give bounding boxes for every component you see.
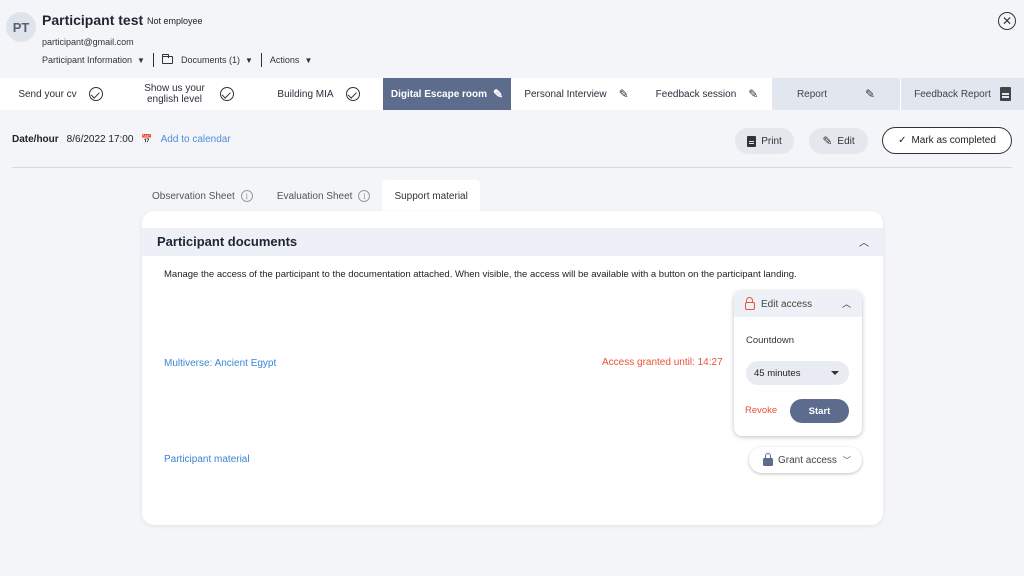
close-icon[interactable]: ✕	[998, 12, 1016, 30]
step-label: Feedback Report	[914, 88, 991, 100]
session-date: Date/hour 8/6/2022 17:00 📅 Add to calend…	[12, 134, 231, 145]
chevron-down-icon: ▼	[245, 55, 253, 65]
edit-button[interactable]: ✎ Edit	[809, 128, 868, 154]
actions-label: Actions	[269, 55, 300, 65]
date-value: 8/6/2022 17:00	[66, 134, 134, 145]
pencil-icon: ✎	[618, 87, 629, 101]
process-steps: Send your cv Show us your english level …	[0, 78, 1024, 110]
tab-evaluation-sheet[interactable]: Evaluation Sheet i	[265, 180, 383, 212]
documents-menu[interactable]: Documents (1) ▼	[161, 54, 253, 65]
check-circle-icon	[345, 87, 360, 101]
step-label: Send your cv	[18, 88, 77, 100]
document-icon	[747, 135, 757, 147]
step-english-level[interactable]: Show us your english level	[121, 78, 254, 110]
participant-info-menu[interactable]: Participant Information ▼	[42, 55, 145, 65]
step-feedback-report[interactable]: Feedback Report	[900, 78, 1024, 110]
pencil-icon: ✎	[493, 87, 504, 101]
lock-icon	[763, 453, 773, 466]
caret-down-icon	[831, 371, 839, 375]
menu-divider	[152, 53, 154, 67]
participant-email: participant@gmail.com	[42, 37, 134, 47]
calendar-icon[interactable]: 📅	[141, 134, 152, 145]
step-send-cv[interactable]: Send your cv	[0, 78, 121, 110]
avatar: PT	[6, 12, 36, 42]
chevron-up-icon[interactable]: ︿	[842, 297, 851, 310]
documents-label: Documents (1)	[180, 55, 240, 65]
tab-support-material[interactable]: Support material	[382, 180, 480, 212]
menu-divider	[260, 53, 262, 67]
participant-documents-card: Participant documents ︿ Manage the acces…	[142, 211, 883, 525]
info-icon[interactable]: i	[358, 190, 371, 202]
step-building-mia[interactable]: Building MIA	[254, 78, 383, 110]
lock-open-icon	[745, 297, 755, 310]
step-personal-interview[interactable]: Personal Interview ✎	[511, 78, 642, 110]
access-status: Access granted until: 14:27	[602, 357, 723, 368]
document-icon	[999, 87, 1011, 101]
tab-label: Support material	[394, 190, 468, 202]
date-label: Date/hour	[12, 134, 59, 145]
participant-info-label: Participant Information	[42, 55, 133, 65]
divider	[12, 167, 1012, 168]
edit-access-header[interactable]: Edit access ︿	[734, 291, 862, 317]
mark-completed-button[interactable]: ✓ Mark as completed	[882, 127, 1012, 154]
chevron-up-icon[interactable]: ︿	[859, 234, 869, 249]
document-link[interactable]: Participant material	[164, 454, 250, 465]
countdown-label: Countdown	[746, 335, 795, 346]
step-label: Digital Escape room	[390, 88, 488, 100]
header-menus: Participant Information ▼ Documents (1) …	[42, 53, 312, 67]
step-label: Show us your english level	[144, 83, 205, 105]
step-report[interactable]: Report ✎	[772, 78, 900, 110]
folder-icon	[161, 54, 173, 64]
step-digital-escape-room[interactable]: Digital Escape room ✎	[383, 78, 511, 110]
mark-completed-label: Mark as completed	[911, 135, 996, 146]
document-link[interactable]: Multiverse: Ancient Egypt	[164, 358, 276, 369]
add-to-calendar-link[interactable]: Add to calendar	[161, 134, 231, 145]
edit-access-label: Edit access	[761, 298, 813, 310]
check-icon: ✓	[898, 135, 907, 146]
edit-label: Edit	[837, 135, 855, 147]
revoke-button[interactable]: Revoke	[745, 405, 777, 416]
start-button[interactable]: Start	[790, 399, 849, 423]
countdown-select[interactable]: 45 minutes	[746, 361, 849, 385]
chevron-down-icon: ▼	[137, 55, 145, 65]
chevron-down-icon: ▼	[304, 55, 313, 65]
print-button[interactable]: Print	[735, 128, 794, 154]
pencil-icon: ✎	[822, 134, 833, 148]
content-tabs: Observation Sheet i Evaluation Sheet i S…	[140, 180, 480, 212]
grant-access-button[interactable]: Grant access ﹀	[749, 447, 862, 473]
edit-access-panel: Edit access ︿ Countdown 45 minutes Revok…	[734, 291, 862, 436]
card-header[interactable]: Participant documents ︿	[142, 228, 883, 256]
check-circle-icon	[88, 87, 103, 101]
employment-badge: Not employee	[147, 16, 203, 26]
step-feedback-session[interactable]: Feedback session ✎	[642, 78, 772, 110]
tab-label: Evaluation Sheet	[276, 190, 353, 202]
print-label: Print	[761, 135, 782, 147]
countdown-value: 45 minutes	[754, 367, 801, 379]
chevron-down-icon: ﹀	[842, 455, 851, 465]
pencil-icon: ✎	[864, 87, 876, 101]
step-label: Building MIA	[277, 88, 334, 100]
step-label: Feedback session	[655, 88, 737, 100]
info-icon[interactable]: i	[240, 190, 253, 202]
step-label: Report	[796, 88, 827, 100]
step-label: Personal Interview	[524, 88, 607, 100]
participant-header: PT Participant test Not employee partici…	[0, 0, 1024, 78]
participant-name: Participant test	[42, 12, 144, 28]
card-description: Manage the access of the participant to …	[164, 269, 797, 280]
check-circle-icon	[219, 87, 234, 101]
pencil-icon: ✎	[748, 87, 759, 101]
tab-label: Observation Sheet	[152, 190, 235, 202]
grant-access-label: Grant access	[778, 454, 837, 466]
card-title: Participant documents	[157, 234, 298, 249]
tab-observation-sheet[interactable]: Observation Sheet i	[140, 180, 265, 212]
actions-menu[interactable]: Actions ▼	[270, 55, 312, 65]
